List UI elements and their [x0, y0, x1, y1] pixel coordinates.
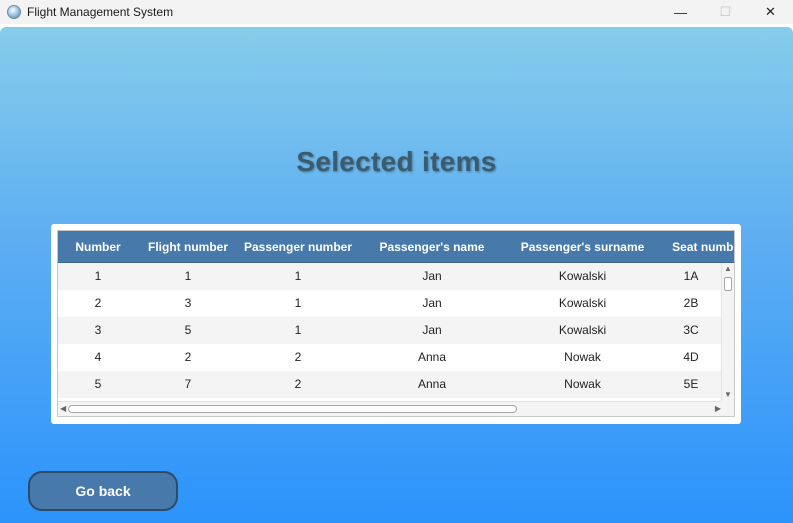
vertical-scrollbar[interactable]: ▲ ▼ [721, 263, 734, 401]
cell-passenger-number: 1 [294, 269, 302, 283]
table-row[interactable]: 2 3 1 Jan Kowalski 2B [58, 290, 723, 317]
page-title: Selected items [296, 146, 497, 177]
title-bar: Flight Management System — ☐ ✕ [0, 0, 793, 24]
cell-flight-number: 7 [184, 377, 192, 391]
cell-flight-number: 2 [184, 350, 192, 364]
cell-passenger-number: 1 [294, 323, 302, 337]
go-back-button[interactable]: Go back [28, 471, 178, 511]
column-header-passenger-number[interactable]: Passenger number [238, 231, 358, 263]
table-row[interactable]: 3 5 1 Jan Kowalski 3C [58, 317, 723, 344]
scrollbar-corner [721, 401, 734, 416]
cell-passenger-surname: Nowak [564, 350, 601, 364]
cell-passenger-surname: Kowalski [558, 269, 607, 283]
scroll-left-icon[interactable]: ◀ [60, 404, 66, 414]
table-row[interactable]: 4 2 2 Anna Nowak 4D [58, 344, 723, 371]
cell-flight-number: 3 [184, 296, 192, 310]
cell-number: 3 [94, 323, 102, 337]
cell-passenger-surname: Kowalski [558, 323, 607, 337]
column-header-seat-number[interactable]: Seat number [659, 231, 734, 263]
window-controls: — ☐ ✕ [658, 0, 793, 24]
table-header: Number Flight number Passenger number Pa… [58, 231, 734, 263]
vertical-scroll-thumb[interactable] [724, 277, 732, 291]
app-icon [7, 5, 21, 19]
cell-seat-number: 5E [683, 377, 699, 391]
column-header-number[interactable]: Number [58, 231, 138, 263]
scroll-up-icon[interactable]: ▲ [724, 264, 732, 274]
cell-seat-number: 2B [683, 296, 699, 310]
cell-passenger-name: Anna [417, 350, 447, 364]
cell-passenger-name: Jan [422, 296, 442, 310]
selected-items-table[interactable]: Number Flight number Passenger number Pa… [57, 230, 735, 417]
cell-passenger-name: Jan [422, 269, 442, 283]
horizontal-scroll-thumb[interactable] [68, 405, 517, 413]
table-row[interactable]: 5 7 2 Anna Nowak 5E [58, 371, 723, 398]
cell-passenger-name: Anna [417, 377, 447, 391]
cell-seat-number: 3C [683, 323, 699, 337]
cell-passenger-surname: Nowak [564, 377, 601, 391]
cell-passenger-number: 2 [294, 350, 302, 364]
column-header-passenger-surname[interactable]: Passenger's surname [506, 231, 659, 263]
cell-passenger-surname: Kowalski [558, 296, 607, 310]
cell-number: 1 [94, 269, 102, 283]
maximize-button[interactable]: ☐ [703, 0, 748, 24]
horizontal-scrollbar[interactable]: ◀ ▶ [58, 401, 723, 416]
column-header-flight-number[interactable]: Flight number [138, 231, 238, 263]
column-header-passenger-name[interactable]: Passenger's name [358, 231, 506, 263]
cell-passenger-name: Jan [422, 323, 442, 337]
scroll-down-icon[interactable]: ▼ [724, 390, 732, 400]
window-title: Flight Management System [27, 5, 174, 19]
cell-passenger-number: 1 [294, 296, 302, 310]
minimize-button[interactable]: — [658, 0, 703, 24]
table-panel: Number Flight number Passenger number Pa… [51, 224, 741, 424]
cell-seat-number: 4D [683, 350, 699, 364]
cell-passenger-number: 2 [294, 377, 302, 391]
table-body: 1 1 1 Jan Kowalski 1A 2 3 1 Jan Kowalski… [58, 263, 723, 401]
cell-number: 5 [94, 377, 102, 391]
main-content: Selected items Number Flight number Pass… [0, 27, 793, 523]
cell-flight-number: 5 [184, 323, 192, 337]
close-button[interactable]: ✕ [748, 0, 793, 24]
table-row[interactable]: 1 1 1 Jan Kowalski 1A [58, 263, 723, 290]
cell-number: 4 [94, 350, 102, 364]
cell-seat-number: 1A [683, 269, 699, 283]
cell-flight-number: 1 [184, 269, 192, 283]
cell-number: 2 [94, 296, 102, 310]
